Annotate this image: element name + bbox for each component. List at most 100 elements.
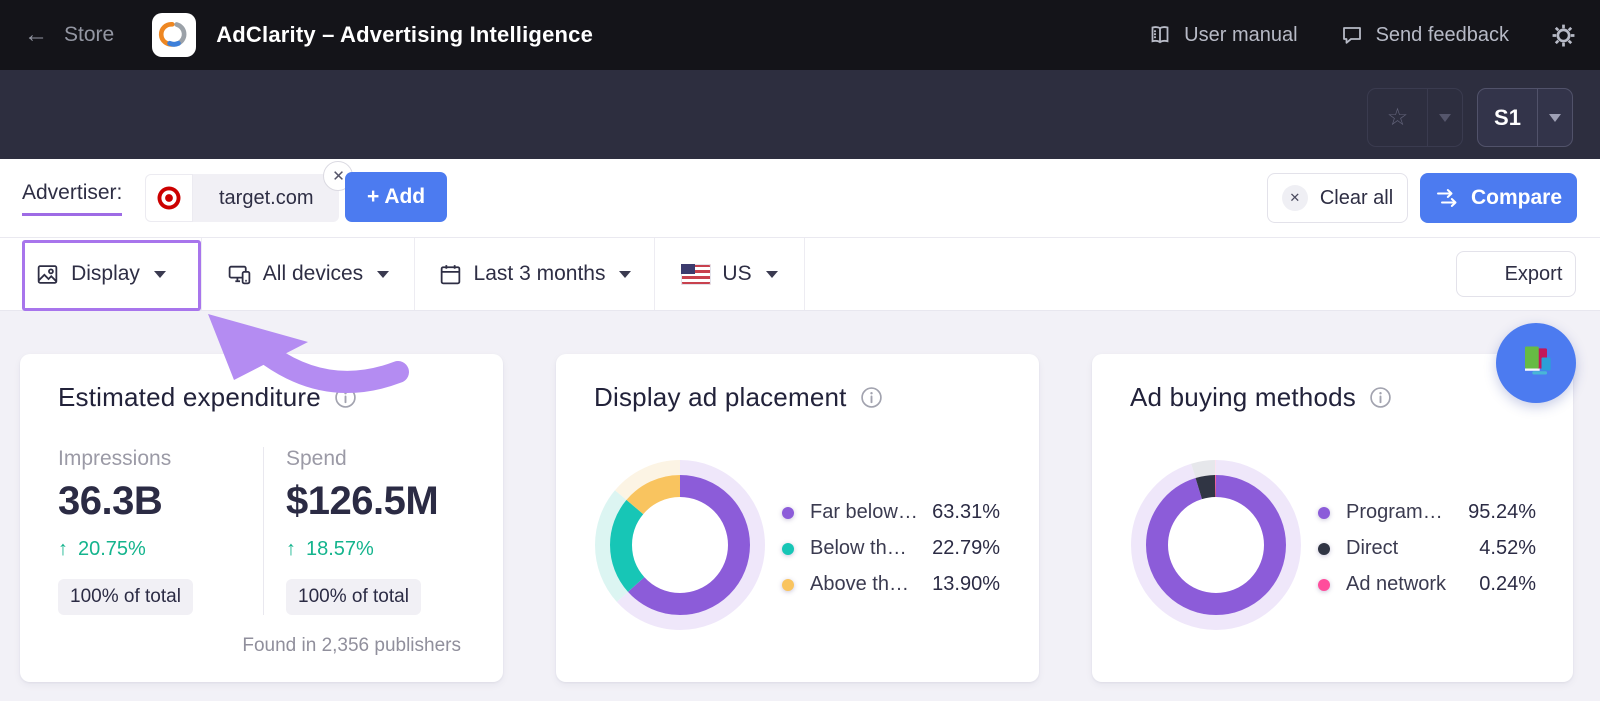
filter-ad-type[interactable]: Display <box>0 238 202 310</box>
target-logo <box>145 174 193 222</box>
legend-dot-icon <box>782 507 794 519</box>
publishers-footnote: Found in 2,356 publishers <box>242 635 461 657</box>
books-icon <box>1514 341 1558 385</box>
add-advertiser-button[interactable]: + Add <box>345 172 447 222</box>
compare-arrows-icon <box>1435 186 1459 210</box>
info-icon[interactable] <box>1369 386 1392 409</box>
impressions-label: Impressions <box>58 447 263 471</box>
ad-type-value: Display <box>71 262 140 286</box>
chevron-down-icon <box>1549 114 1561 122</box>
legend-label: Above th… <box>810 573 924 596</box>
user-manual-label: User manual <box>1184 24 1297 47</box>
up-arrow-icon: ↑ <box>286 538 296 561</box>
favorite-dropdown[interactable] <box>1427 89 1462 146</box>
user-manual-button[interactable]: User manual <box>1148 23 1297 47</box>
legend-value: 13.90% <box>924 573 1000 596</box>
download-icon <box>1470 263 1493 286</box>
display-ad-placement-card: Display ad placement Far below…63.31% Bel… <box>556 354 1039 682</box>
legend-item: Below th…22.79% <box>782 537 1000 560</box>
chevron-down-icon <box>1439 114 1451 122</box>
legend-item: Program…95.24% <box>1318 501 1536 524</box>
advertiser-label[interactable]: Advertiser: <box>22 181 122 216</box>
buying-methods-legend: Program…95.24% Direct4.52% Ad network0.24% <box>1318 501 1536 596</box>
target-bullseye-icon <box>152 181 186 215</box>
store-label: Store <box>64 23 114 47</box>
impressions-change: 20.75% <box>78 538 146 561</box>
adclarity-page: ← Store AdClarity – Advertising Intellig… <box>0 0 1600 701</box>
image-icon <box>35 262 60 287</box>
export-label: Export <box>1505 263 1563 286</box>
legend-dot-icon <box>1318 543 1330 555</box>
card-title: Estimated expenditure <box>58 382 321 413</box>
legend-label: Far below… <box>810 501 924 524</box>
favorite-button[interactable]: ☆ <box>1368 89 1427 146</box>
export-button[interactable]: Export <box>1456 251 1576 297</box>
favorite-split-button: ☆ <box>1367 88 1463 147</box>
info-icon[interactable] <box>860 386 883 409</box>
legend-value: 0.24% <box>1460 573 1536 596</box>
add-button-label: + Add <box>367 185 425 209</box>
legend-dot-icon <box>782 543 794 555</box>
chevron-down-icon <box>377 271 389 278</box>
card-title: Display ad placement <box>594 382 847 413</box>
filter-bar: Display All devices Last 3 months US <box>0 238 1600 310</box>
workspace-button[interactable]: S1 <box>1478 89 1537 146</box>
devices-value: All devices <box>263 262 363 286</box>
spend-change: 18.57% <box>306 538 374 561</box>
info-icon[interactable] <box>334 386 357 409</box>
chat-bubble-icon <box>1340 23 1364 47</box>
legend-label: Below th… <box>810 537 924 560</box>
placement-donut-chart <box>595 460 765 630</box>
filter-devices[interactable]: All devices <box>202 238 415 310</box>
back-to-store-link[interactable]: ← Store <box>24 23 114 47</box>
legend-value: 4.52% <box>1460 537 1536 560</box>
impressions-value: 36.3B <box>58 479 263 524</box>
compare-label: Compare <box>1471 186 1562 210</box>
filter-country[interactable]: US <box>655 238 805 310</box>
advertiser-chip[interactable]: target.com ✕ <box>145 174 339 222</box>
close-icon: ✕ <box>332 167 345 185</box>
legend-item: Far below…63.31% <box>782 501 1000 524</box>
settings-button[interactable] <box>1551 23 1576 48</box>
date-range-value: Last 3 months <box>474 262 606 286</box>
gear-icon <box>1551 23 1576 48</box>
legend-item: Above th…13.90% <box>782 573 1000 596</box>
legend-value: 95.24% <box>1460 501 1536 524</box>
send-feedback-label: Send feedback <box>1376 24 1509 47</box>
up-arrow-icon: ↑ <box>58 538 68 561</box>
calendar-icon <box>438 262 463 287</box>
star-icon: ☆ <box>1387 103 1409 132</box>
book-icon <box>1148 23 1172 47</box>
legend-dot-icon <box>782 579 794 591</box>
reports-library-button[interactable] <box>1496 323 1576 403</box>
compare-button[interactable]: Compare <box>1420 173 1577 223</box>
legend-item: Ad network0.24% <box>1318 573 1536 596</box>
send-feedback-button[interactable]: Send feedback <box>1340 23 1509 47</box>
chevron-down-icon <box>154 271 166 278</box>
us-flag-icon <box>681 264 711 285</box>
page-title: AdClarity – Advertising Intelligence <box>216 22 593 48</box>
workspace-dropdown[interactable] <box>1537 89 1572 146</box>
ad-buying-methods-card: Ad buying methods Program…95.24%Direct4.… <box>1092 354 1573 682</box>
workspace-bar: ☆ S1 <box>0 70 1600 159</box>
legend-label: Program… <box>1346 501 1460 524</box>
impressions-total-badge: 100% of total <box>58 579 193 615</box>
legend-value: 22.79% <box>924 537 1000 560</box>
filter-date-range[interactable]: Last 3 months <box>415 238 655 310</box>
devices-icon <box>227 262 252 287</box>
legend-dot-icon <box>1318 507 1330 519</box>
clear-all-button[interactable]: ✕ Clear all <box>1267 173 1408 223</box>
advertiser-bar: Advertiser: target.com ✕ + Add ✕ Clear a… <box>0 159 1600 238</box>
clear-circle-x-icon: ✕ <box>1282 185 1308 211</box>
country-value: US <box>722 262 751 286</box>
clear-all-label: Clear all <box>1320 187 1393 210</box>
placement-legend: Far below…63.31%Below th…22.79%Above th…… <box>782 501 1000 596</box>
adclarity-logo-icon <box>157 18 191 52</box>
spend-value: $126.5M <box>286 479 438 524</box>
buying-methods-donut-chart <box>1131 460 1301 630</box>
legend-item: Direct4.52% <box>1318 537 1536 560</box>
chevron-down-icon <box>619 271 631 278</box>
advertiser-chip-label: target.com <box>193 174 339 222</box>
legend-label: Ad network <box>1346 573 1460 596</box>
spend-total-badge: 100% of total <box>286 579 421 615</box>
